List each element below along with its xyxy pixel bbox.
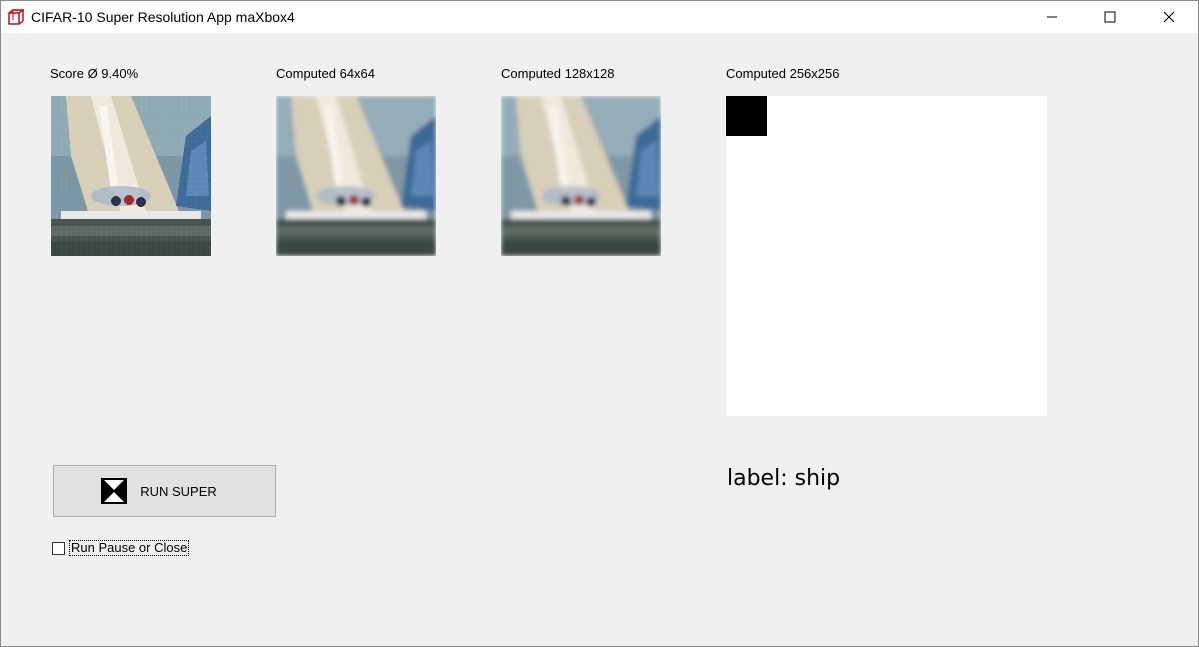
x-hourglass-icon	[101, 478, 128, 504]
predicted-class-label: label: ship	[727, 466, 841, 491]
run-pause-close-checkbox-row[interactable]: Run Pause or Close	[52, 540, 190, 556]
computed-image-64	[276, 96, 436, 256]
computed-64-label: Computed 64x64	[276, 66, 376, 81]
maximize-button[interactable]	[1081, 1, 1139, 33]
source-image-32	[51, 96, 211, 256]
maximize-icon	[1104, 11, 1116, 23]
score-label: Score Ø 9.40%	[50, 66, 139, 81]
computed-image-128	[501, 96, 661, 256]
run-super-label: RUN SUPER	[140, 483, 217, 499]
run-pause-close-label[interactable]: Run Pause or Close	[69, 540, 190, 556]
title-bar[interactable]: CIFAR-10 Super Resolution App maXbox4	[1, 1, 1198, 33]
minimize-button[interactable]	[1023, 1, 1081, 33]
run-super-button[interactable]: RUN SUPER	[53, 465, 276, 517]
close-icon	[1163, 11, 1175, 23]
window-title: CIFAR-10 Super Resolution App maXbox4	[31, 9, 295, 25]
app-cube-icon	[8, 9, 24, 25]
close-button[interactable]	[1140, 1, 1198, 33]
run-pause-close-checkbox[interactable]	[52, 541, 65, 555]
computed-128-label: Computed 128x128	[501, 66, 615, 81]
computed-256-label: Computed 256x256	[726, 66, 840, 81]
computed-image-256-canvas	[726, 96, 1047, 416]
app-window: CIFAR-10 Super Resolution App maXbox4 Sc…	[0, 0, 1199, 647]
render-progress-block	[726, 96, 767, 136]
minimize-icon	[1047, 16, 1057, 18]
